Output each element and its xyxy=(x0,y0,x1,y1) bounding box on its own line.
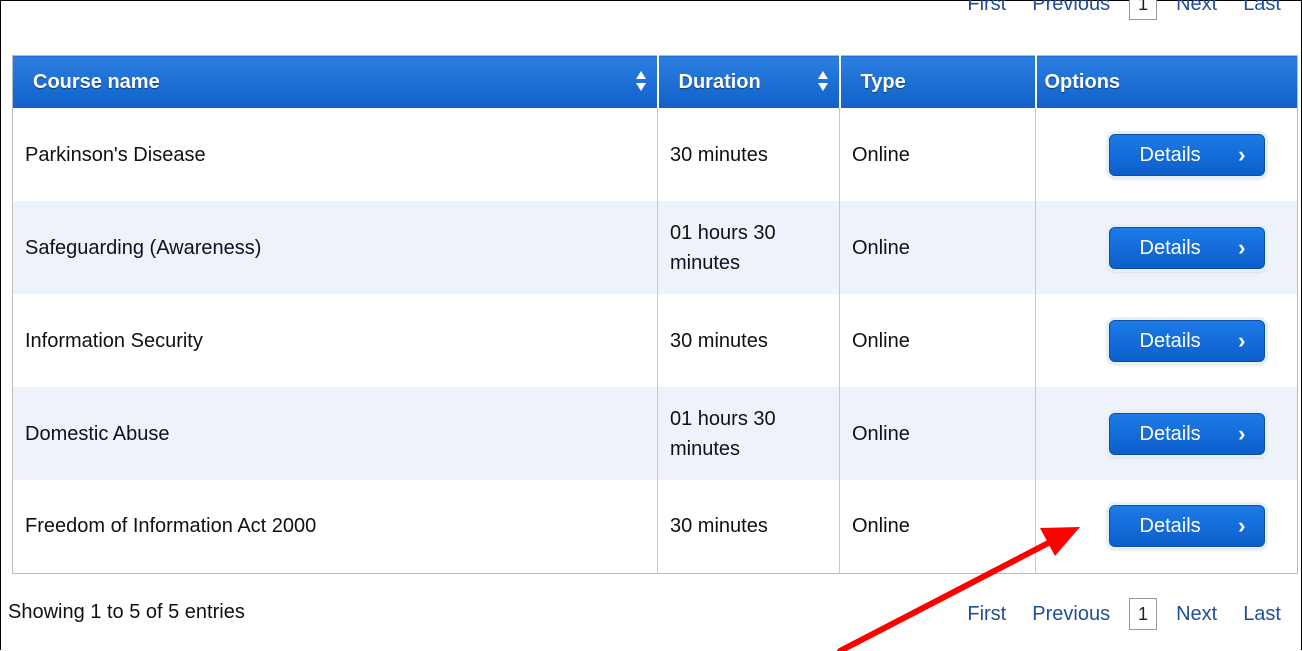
table-header-row: Course name Duration Type Options xyxy=(12,55,1298,108)
pagination-last-link[interactable]: Last xyxy=(1230,603,1294,626)
pagination-current-page[interactable]: 1 xyxy=(1129,0,1158,20)
column-header-label: Course name xyxy=(33,70,160,93)
details-button-label: Details xyxy=(1139,422,1201,445)
table-row: Information Security 30 minutes Online D… xyxy=(12,294,1298,387)
details-button-label: Details xyxy=(1139,329,1201,352)
table-row: Domestic Abuse 01 hours 30 minutes Onlin… xyxy=(12,387,1298,480)
type-cell: Online xyxy=(839,480,1036,573)
column-header-course-name[interactable]: Course name xyxy=(12,55,659,108)
pagination-previous-link[interactable]: Previous xyxy=(1019,603,1123,626)
details-button[interactable]: Details › xyxy=(1108,226,1265,269)
column-header-type: Type xyxy=(839,55,1037,108)
pagination-last-link[interactable]: Last xyxy=(1230,0,1294,16)
course-name-cell: Information Security xyxy=(12,294,658,387)
course-name-cell: Domestic Abuse xyxy=(12,387,658,480)
type-cell: Online xyxy=(839,387,1036,480)
chevron-right-icon: › xyxy=(1238,141,1246,167)
column-header-label: Type xyxy=(860,70,906,93)
duration-cell: 01 hours 30 minutes xyxy=(657,201,840,294)
duration-cell: 30 minutes xyxy=(657,108,840,201)
pagination-first-link[interactable]: First xyxy=(954,603,1019,626)
course-name-cell: Parkinson's Disease xyxy=(12,108,658,201)
pagination-next-link[interactable]: Next xyxy=(1163,0,1230,16)
pagination-bottom: First Previous 1 Next Last xyxy=(954,598,1294,630)
pagination-first-link[interactable]: First xyxy=(954,0,1019,16)
duration-cell: 30 minutes xyxy=(657,294,840,387)
details-button[interactable]: Details › xyxy=(1108,505,1265,548)
details-button[interactable]: Details › xyxy=(1108,319,1265,362)
column-header-label: Duration xyxy=(678,70,761,93)
options-cell: Details › xyxy=(1036,108,1298,201)
details-button-label: Details xyxy=(1139,515,1201,538)
options-cell: Details › xyxy=(1036,294,1298,387)
type-cell: Online xyxy=(839,201,1036,294)
pagination-next-link[interactable]: Next xyxy=(1163,603,1230,626)
pagination-top: First Previous 1 Next Last xyxy=(954,0,1294,20)
courses-table: Course name Duration Type Options Parkin… xyxy=(12,55,1298,574)
details-button-label: Details xyxy=(1139,236,1201,259)
type-cell: Online xyxy=(839,108,1036,201)
table-row: Safeguarding (Awareness) 01 hours 30 min… xyxy=(12,201,1298,294)
column-header-label: Options xyxy=(1044,70,1121,93)
sort-icon[interactable] xyxy=(817,70,829,92)
course-name-cell: Freedom of Information Act 2000 xyxy=(12,480,658,573)
table-row: Parkinson's Disease 30 minutes Online De… xyxy=(12,108,1298,201)
duration-cell: 30 minutes xyxy=(657,480,840,573)
details-button-label: Details xyxy=(1139,143,1201,166)
type-cell: Online xyxy=(839,294,1036,387)
table-row: Freedom of Information Act 2000 30 minut… xyxy=(12,480,1298,573)
course-name-cell: Safeguarding (Awareness) xyxy=(12,201,658,294)
duration-cell: 01 hours 30 minutes xyxy=(657,387,840,480)
details-button[interactable]: Details › xyxy=(1108,133,1265,176)
options-cell: Details › xyxy=(1035,201,1298,294)
options-cell: Details › xyxy=(1036,480,1298,573)
chevron-right-icon: › xyxy=(1238,420,1246,446)
pagination-current-page[interactable]: 1 xyxy=(1129,598,1158,630)
chevron-right-icon: › xyxy=(1238,513,1246,539)
entries-summary: Showing 1 to 5 of 5 entries xyxy=(8,601,245,623)
details-button[interactable]: Details › xyxy=(1108,412,1265,455)
chevron-right-icon: › xyxy=(1238,234,1246,260)
column-header-options: Options xyxy=(1035,55,1298,108)
chevron-right-icon: › xyxy=(1238,327,1246,353)
sort-icon[interactable] xyxy=(635,70,647,92)
options-cell: Details › xyxy=(1035,387,1298,480)
pagination-previous-link[interactable]: Previous xyxy=(1019,0,1123,16)
column-header-duration[interactable]: Duration xyxy=(657,55,841,108)
